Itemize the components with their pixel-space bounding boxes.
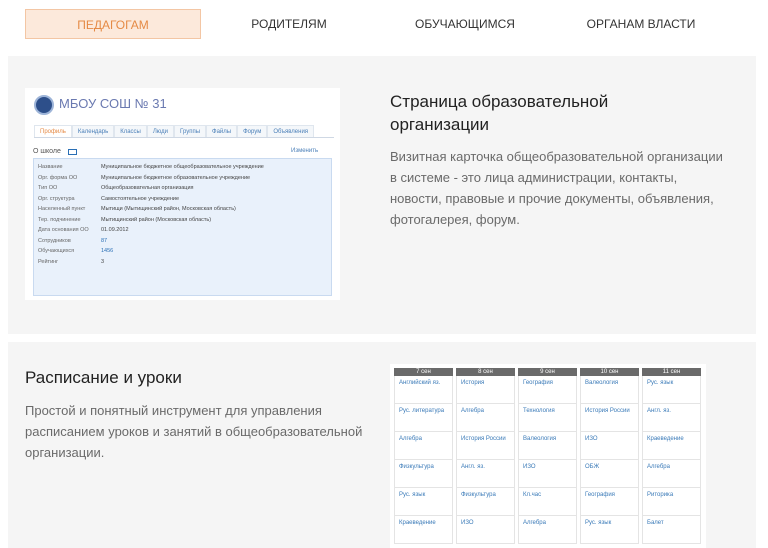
schedule-lesson-cell: Рус. язык (580, 516, 639, 544)
edit-link: Изменить (291, 148, 319, 154)
info-row: Населенный пункт Мытищи (Мытищинский райо… (38, 206, 236, 212)
info-row: Тип ОО Общеобразовательная организация (38, 185, 194, 191)
schedule-screenshot: 7 сен Английский яз. Рус. литература Алгебр… (390, 364, 706, 548)
card-tab: Объявления (267, 125, 315, 137)
info-row: Рейтинг 3 (38, 258, 105, 265)
schedule-lesson-cell: Кл.час (518, 488, 577, 516)
schedule-lesson-cell: История России (456, 432, 515, 460)
schedule-lesson-cell: Физкультура (394, 460, 453, 488)
schedule-day-column: 8 сен История Алгебра История России Англ. я… (456, 368, 515, 544)
info-row: Дата основания ОО 01.09.2012 (38, 227, 129, 233)
schedule-lesson-cell: География (580, 488, 639, 516)
schedule-lesson-cell: Рус. язык (394, 488, 453, 516)
info-row: Тер. подчинение Мытищинский район (Москов… (38, 216, 212, 223)
schedule-lesson-cell: Алгебра (456, 404, 515, 432)
info-row: Название Муниципальное бюджетное общеобра… (38, 164, 264, 170)
schedule-lesson-cell: Краеведение (642, 432, 701, 460)
schedule-lesson-cell: Рус. язык (642, 376, 701, 404)
schedule-lesson-cell: Алгебра (394, 432, 453, 460)
school-info-panel: Название Муниципальное бюджетное общеобра… (33, 158, 332, 296)
schedule-lesson-cell: Алгебра (642, 460, 701, 488)
school-card-tabs: Профиль Календарь Классы Люди Группы Фай… (34, 125, 334, 138)
schedule-lesson-cell: Англ. яз. (456, 460, 515, 488)
schedule-lesson-cell: Физкультура (456, 488, 515, 516)
section-schedule: Расписание и уроки Простой и понятный ин… (8, 342, 756, 548)
envelope-icon (68, 149, 77, 155)
schedule-lesson-cell: Риторика (642, 488, 701, 516)
info-row: Орг. структура Самостоятельное учреждение (38, 195, 180, 202)
schedule-day-header: 10 сен (580, 368, 639, 376)
schedule-lesson-cell: Английский яз. (394, 376, 453, 404)
info-row: Орг. форма ОО Муниципальное бюджетное обр… (38, 174, 251, 181)
school-name: МБОУ СОШ № 31 (59, 96, 167, 111)
schedule-day-column: 9 сен География Технология Валеология ИЗО Кл.… (518, 368, 577, 544)
schedule-day-column: 11 сен Рус. язык Англ. яз. Краеведение Алгеб… (642, 368, 701, 544)
card-tab: Профиль (34, 125, 72, 137)
section-organization-page: МБОУ СОШ № 31 Профиль Календарь Классы Л… (8, 56, 756, 334)
card-tab: Группы (174, 125, 207, 137)
schedule-day-column: 10 сен Валеология История России ИЗО ОБЖ Геог… (580, 368, 639, 544)
card-tab: Форум (237, 125, 268, 137)
schedule-lesson-cell: ОБЖ (580, 460, 639, 488)
schedule-day-column: 7 сен Английский яз. Рус. литература Алгебр… (394, 368, 453, 544)
schedule-lesson-cell: Технология (518, 404, 577, 432)
schedule-lesson-cell: Англ. яз. (642, 404, 701, 432)
school-logo (34, 95, 54, 115)
card-tab: Календарь (71, 125, 115, 137)
school-card-screenshot: МБОУ СОШ № 31 Профиль Календарь Классы Л… (25, 88, 340, 300)
schedule-lesson-cell: ИЗО (580, 432, 639, 460)
info-row: Обучающихся 1456 (38, 248, 114, 254)
card-tab: Люди (146, 125, 175, 137)
schedule-lesson-cell: История России (580, 404, 639, 432)
tab-parents[interactable]: РОДИТЕЛЯМ (201, 9, 377, 39)
schedule-lesson-cell: Алгебра (518, 516, 577, 544)
schedule-lesson-cell: Валеология (518, 432, 577, 460)
schedule-day-header: 7 сен (394, 368, 453, 376)
about-school-label: О школе (33, 148, 61, 155)
schedule-lesson-cell: Краеведение (394, 516, 453, 544)
section-title: Страница образовательной организации (390, 92, 609, 134)
schedule-lesson-cell: Валеология (580, 376, 639, 404)
schedule-lesson-cell: Балет (642, 516, 701, 544)
tab-authorities[interactable]: ОРГАНАМ ВЛАСТИ (553, 9, 729, 39)
section-description: Простой и понятный инструмент для управл… (25, 403, 363, 460)
schedule-lesson-cell: ИЗО (456, 516, 515, 544)
schedule-day-header: 9 сен (518, 368, 577, 376)
schedule-day-header: 8 сен (456, 368, 515, 376)
section-title: Расписание и уроки (25, 368, 182, 387)
schedule-lesson-cell: Рус. литература (394, 404, 453, 432)
tab-students[interactable]: ОБУЧАЮЩИМСЯ (377, 9, 553, 39)
audience-tabs: ПЕДАГОГАМ РОДИТЕЛЯМ ОБУЧАЮЩИМСЯ ОРГАНАМ … (8, 0, 752, 48)
schedule-lesson-cell: ИЗО (518, 460, 577, 488)
tab-teachers[interactable]: ПЕДАГОГАМ (25, 9, 201, 39)
schedule-lesson-cell: История (456, 376, 515, 404)
card-tab: Файлы (206, 125, 238, 137)
schedule-lesson-cell: География (518, 376, 577, 404)
card-tab: Классы (114, 125, 147, 137)
info-row: Сотрудников 87 (38, 237, 108, 244)
section-description: Визитная карточка общеобразовательной ор… (390, 149, 723, 227)
schedule-day-header: 11 сен (642, 368, 701, 376)
